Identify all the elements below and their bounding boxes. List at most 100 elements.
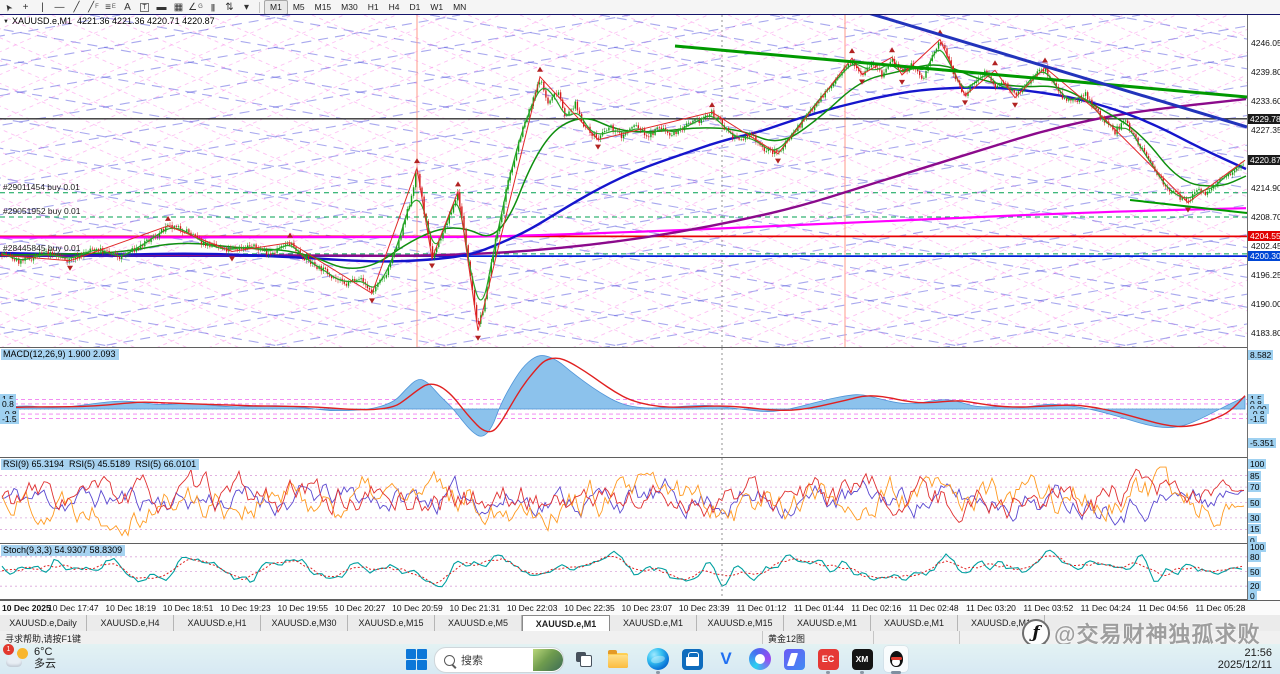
status-cell [1132, 631, 1280, 645]
time-label: 10 Dec 19:55 [277, 603, 328, 613]
chart-tab-1[interactable]: XAUUSD.e,H4 [87, 615, 174, 631]
pointer-tool[interactable]: ➤ [0, 1, 17, 14]
status-bar: 寻求帮助,请按F1键 黄金12图 [0, 630, 1280, 645]
price-tick: 4227.35 [1251, 125, 1280, 135]
timeframe-h1[interactable]: H1 [363, 1, 384, 14]
chart-tab-11[interactable]: XAUUSD.e,M1 [958, 615, 1045, 631]
rsi-tick: 70 [1248, 482, 1261, 492]
price-tick: 4183.80 [1251, 328, 1280, 338]
rsi-tick: 30 [1248, 513, 1261, 523]
stoch-tick: 80 [1248, 552, 1261, 562]
timeframe-d1[interactable]: D1 [404, 1, 425, 14]
text-tool[interactable]: A [119, 1, 136, 14]
timeframe-mn[interactable]: MN [448, 1, 471, 14]
clock-time: 21:56 [1218, 647, 1272, 659]
time-label: 10 Dec 23:07 [622, 603, 673, 613]
price-tick: 4239.80 [1251, 67, 1280, 77]
task-view-button[interactable] [572, 647, 596, 671]
rectangle-tool[interactable]: ▬ [153, 1, 170, 14]
chart-tab-4[interactable]: XAUUSD.e,M15 [348, 615, 435, 631]
search-placeholder: 搜索 [461, 652, 533, 668]
timeframe-m15[interactable]: M15 [310, 1, 337, 14]
trendline-tool[interactable]: ╱ [68, 1, 85, 14]
horizontal-line-tool[interactable]: — [51, 1, 68, 14]
taskbar-app-xm-trader[interactable]: XM [850, 647, 874, 671]
taskbar-app-qq[interactable] [884, 647, 908, 671]
timeframe-h4[interactable]: H4 [384, 1, 405, 14]
chart-tab-2[interactable]: XAUUSD.e,H1 [174, 615, 261, 631]
chart-tab-5[interactable]: XAUUSD.e,M5 [435, 615, 522, 631]
price-tick: 4202.45 [1251, 241, 1280, 251]
stoch-tick: 50 [1248, 567, 1261, 577]
angle-tool[interactable]: ∠G [187, 1, 204, 14]
chart-tab-8[interactable]: XAUUSD.e,M15 [697, 615, 784, 631]
price-tick: 4233.60 [1251, 96, 1280, 106]
weather-widget[interactable]: 1 6°C 多云 [6, 646, 56, 670]
timeframe-w1[interactable]: W1 [425, 1, 448, 14]
channels-tool[interactable]: ≡E [102, 1, 119, 14]
macd-level: -1.5 [1248, 414, 1267, 424]
stochastic-indicator-pane [0, 544, 1247, 600]
time-label: 11 Dec 02:16 [851, 603, 901, 613]
timeframe-m30[interactable]: M30 [336, 1, 363, 14]
vertical-line-tool[interactable]: | [34, 1, 51, 14]
taskbar-app-microsoft-store[interactable] [680, 647, 704, 671]
start-button[interactable] [404, 647, 428, 671]
dropdown-caret[interactable]: ▾ [238, 1, 255, 14]
chart-tab-3[interactable]: XAUUSD.e,M30 [261, 615, 348, 631]
arrows-tool[interactable]: ⇅ [221, 1, 238, 14]
rsi-tick: 15 [1248, 524, 1261, 534]
time-label: 10 Dec 20:59 [392, 603, 443, 613]
price-badge: 4204.55 [1248, 231, 1280, 241]
rsi-tick: 100 [1248, 459, 1266, 469]
taskbar-app-browser-swirl-app[interactable] [748, 647, 772, 671]
stoch-tick: 100 [1248, 542, 1266, 552]
rsi-tick: 85 [1248, 471, 1261, 481]
status-cell [874, 631, 960, 645]
taskbar-clock[interactable]: 21:56 2025/12/11 [1218, 647, 1272, 671]
timeframe-m1[interactable]: M1 [264, 0, 288, 15]
chart-tab-9[interactable]: XAUUSD.e,M1 [784, 615, 871, 631]
chart-tab-10[interactable]: XAUUSD.e,M1 [871, 615, 958, 631]
v-app-icon: V [720, 649, 731, 669]
time-label: 10 Dec 2025 [2, 603, 51, 613]
taskbar-app-ec-trader[interactable]: EC [816, 647, 840, 671]
mt4-trading-app: ➤+|—╱╱F≡EAT▬▦∠G|||⇅▾ M1M5M15M30H1H4D1W1MN… [0, 0, 1280, 674]
file-explorer-button[interactable] [606, 647, 630, 671]
taskbar-app-v-app[interactable]: V [714, 647, 738, 671]
windows-logo-icon [406, 649, 427, 670]
bars-pattern-tool[interactable]: ||| [204, 1, 221, 14]
price-badge: 4200.30 [1248, 251, 1280, 261]
time-label: 11 Dec 04:56 [1138, 603, 1188, 613]
price-tick: 4196.25 [1251, 270, 1280, 280]
time-label: 10 Dec 20:27 [335, 603, 386, 613]
time-label: 10 Dec 18:19 [105, 603, 156, 613]
qq-penguin-icon [890, 651, 903, 667]
crosshair-tool[interactable]: + [17, 1, 34, 14]
search-daily-image [533, 649, 563, 671]
price-tick: 4214.90 [1251, 183, 1280, 193]
price-axis: 4246.054239.804233.604227.354214.904208.… [1247, 15, 1280, 600]
timeframe-m5[interactable]: M5 [288, 1, 310, 14]
price-tick: 4208.70 [1251, 212, 1280, 222]
edge-icon [647, 648, 669, 670]
taskbar-app-edge[interactable] [646, 647, 670, 671]
taskbar-app-docs-app[interactable] [782, 647, 806, 671]
weather-temp: 6°C [34, 646, 56, 658]
time-label: 11 Dec 01:44 [794, 603, 844, 613]
task-view-icon [576, 652, 592, 666]
status-cell [960, 631, 1046, 645]
stoch-tick: 20 [1248, 581, 1261, 591]
chart-tab-7[interactable]: XAUUSD.e,M1 [610, 615, 697, 631]
label-tool[interactable]: T [136, 1, 153, 14]
taskbar-search[interactable]: 搜索 [434, 647, 564, 673]
search-icon [444, 655, 455, 666]
clock-date: 2025/12/11 [1218, 659, 1272, 671]
chart-tab-6[interactable]: XAUUSD.e,M1 [522, 615, 610, 631]
chart-tab-0[interactable]: XAUUSD.e,Daily [0, 615, 87, 631]
order-label: #28445845 buy 0.01 [3, 243, 81, 253]
chevron-down-icon[interactable]: ▼ [3, 19, 9, 25]
fibonacci-tool[interactable]: ╱F [85, 1, 102, 14]
pattern-tool[interactable]: ▦ [170, 1, 187, 14]
time-label: 10 Dec 19:23 [220, 603, 271, 613]
